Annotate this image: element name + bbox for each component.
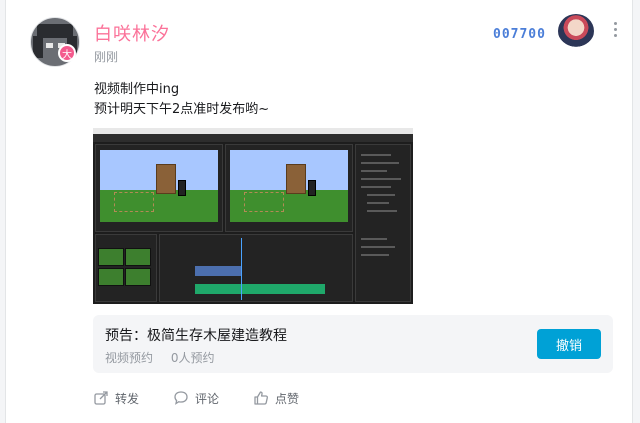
reservation-title: 预告：极简生存木屋建造教程 xyxy=(105,328,287,344)
comment-label: 评论 xyxy=(195,391,220,406)
post-line: 视频制作中ing xyxy=(94,82,180,97)
reservation-count: 0人预约 xyxy=(170,351,215,365)
level-badge: 大 xyxy=(58,44,76,62)
like-button[interactable]: 点赞 xyxy=(253,390,299,407)
action-bar: 转发 评论 点赞 xyxy=(93,388,333,408)
playhead xyxy=(241,238,242,300)
thumbs-up-icon xyxy=(254,391,269,405)
screenshot-menubar xyxy=(93,134,413,142)
reservation-meta: 视频预约 0人预约 xyxy=(105,349,228,366)
comment-icon xyxy=(174,391,188,405)
source-monitor-frame xyxy=(100,150,218,222)
decoration-avatar-icon xyxy=(558,14,594,48)
post-image-editor-screenshot[interactable] xyxy=(93,128,413,304)
share-button[interactable]: 转发 xyxy=(93,390,139,407)
share-icon xyxy=(94,391,108,405)
audio-clip xyxy=(195,284,325,294)
like-label: 点赞 xyxy=(275,391,300,406)
post-timestamp: 刚刚 xyxy=(94,50,119,64)
comment-button[interactable]: 评论 xyxy=(173,390,219,407)
post-line: 预计明天下午2点准时发布哟~ xyxy=(94,102,270,117)
more-options-icon[interactable] xyxy=(614,22,620,37)
reservation-type: 视频预约 xyxy=(105,351,154,365)
avatar[interactable]: 大 xyxy=(26,14,82,70)
reservation-card[interactable]: 预告：极简生存木屋建造教程 视频预约 0人预约 撤销 xyxy=(93,315,613,373)
program-monitor-frame xyxy=(230,150,348,222)
fan-badge-number: 007700 xyxy=(493,26,546,42)
cancel-reservation-button[interactable]: 撤销 xyxy=(537,329,601,359)
share-label: 转发 xyxy=(115,391,140,406)
effects-panel xyxy=(355,144,411,302)
video-clip xyxy=(195,266,241,276)
post-content: 视频制作中ing 预计明天下午2点准时发布哟~ xyxy=(94,80,269,120)
username[interactable]: 白咲林汐 xyxy=(94,20,170,46)
